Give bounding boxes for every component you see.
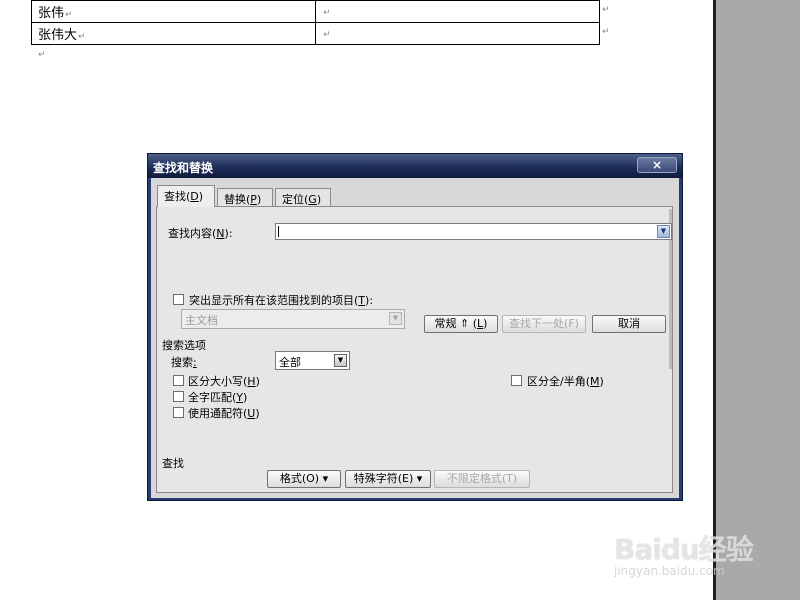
special-char-menu-button[interactable]: 特殊字符(E) ▾: [345, 470, 431, 488]
table-cell[interactable]: 张伟↵: [31, 0, 316, 23]
match-width-checkbox[interactable]: [511, 375, 522, 386]
no-formatting-button[interactable]: 不限定格式(T): [434, 470, 530, 488]
dialog-titlebar[interactable]: 查找和替换 ×: [148, 154, 682, 178]
tab-find[interactable]: 查找(D): [157, 185, 215, 207]
watermark-logo-text: Baidu经验: [614, 533, 754, 566]
search-scope-select[interactable]: 主文档 ▼: [181, 309, 405, 329]
find-what-label: 查找内容(N):: [168, 227, 233, 240]
normal-less-button[interactable]: 常规 ⇑ (L): [424, 315, 498, 333]
match-case-checkbox[interactable]: [173, 375, 184, 386]
match-case-label: 区分大小写(H): [188, 375, 260, 388]
whole-word-label: 全字匹配(Y): [188, 391, 248, 404]
collapse-up-icon: ⇑: [460, 317, 470, 330]
paragraph-mark: ↵: [38, 50, 46, 60]
wildcards-label: 使用通配符(U): [188, 407, 260, 420]
baidu-jingyan-watermark: Baidu经验 jingyan.baidu.com: [612, 510, 762, 590]
table-row: 张伟大↵ ↵: [31, 22, 600, 45]
highlight-all-checkbox[interactable]: [173, 294, 184, 305]
close-button[interactable]: ×: [637, 157, 677, 173]
table-row: 张伟↵ ↵: [31, 0, 600, 23]
row-end-mark: ↵: [602, 27, 610, 37]
format-menu-button[interactable]: 格式(O) ▾: [267, 470, 341, 488]
tab-replace[interactable]: 替换(P): [217, 188, 273, 206]
wildcards-checkbox[interactable]: [173, 407, 184, 418]
tab-goto[interactable]: 定位(G): [275, 188, 331, 206]
dialog-title: 查找和替换: [153, 161, 214, 175]
table-cell[interactable]: ↵: [315, 22, 600, 45]
close-icon: ×: [651, 158, 663, 172]
dropdown-arrow-icon: ▾: [416, 472, 423, 485]
dropdown-arrow-icon: ▾: [322, 472, 329, 485]
search-direction-label: 搜索:: [171, 356, 197, 369]
find-replace-dialog: 查找和替换 × 查找(D) 替换(P) 定位(G) 查找内容(N): ▼ 突出显: [147, 153, 683, 501]
cancel-button[interactable]: 取消: [592, 315, 666, 333]
text-caret: [278, 226, 279, 237]
dialog-client: 查找(D) 替换(P) 定位(G) 查找内容(N): ▼ 突出显示所有在该范围找…: [151, 178, 679, 498]
watermark-url: jingyan.baidu.com: [614, 564, 725, 578]
highlight-all-label: 突出显示所有在该范围找到的项目(T):: [189, 294, 374, 307]
chevron-down-icon[interactable]: ▼: [657, 225, 670, 238]
search-options-heading: 搜索选项: [162, 339, 206, 352]
find-tab-panel: 查找内容(N): ▼ 突出显示所有在该范围找到的项目(T): 主文档 ▼ 常规 …: [156, 206, 673, 493]
match-width-label: 区分全/半角(M): [527, 375, 604, 388]
chevron-down-icon[interactable]: ▼: [389, 312, 402, 325]
document-table: 张伟↵ ↵ 张伟大↵ ↵: [31, 0, 600, 45]
chevron-down-icon[interactable]: ▼: [334, 354, 347, 367]
find-what-input[interactable]: ▼: [275, 223, 672, 240]
whole-word-checkbox[interactable]: [173, 391, 184, 402]
table-cell[interactable]: 张伟大↵: [31, 22, 316, 45]
find-section-heading: 查找: [162, 457, 184, 470]
search-direction-select[interactable]: 全部 ▼: [275, 351, 350, 370]
row-end-mark: ↵: [602, 5, 610, 15]
table-cell[interactable]: ↵: [315, 0, 600, 23]
find-next-button[interactable]: 查找下一处(F): [502, 315, 586, 333]
